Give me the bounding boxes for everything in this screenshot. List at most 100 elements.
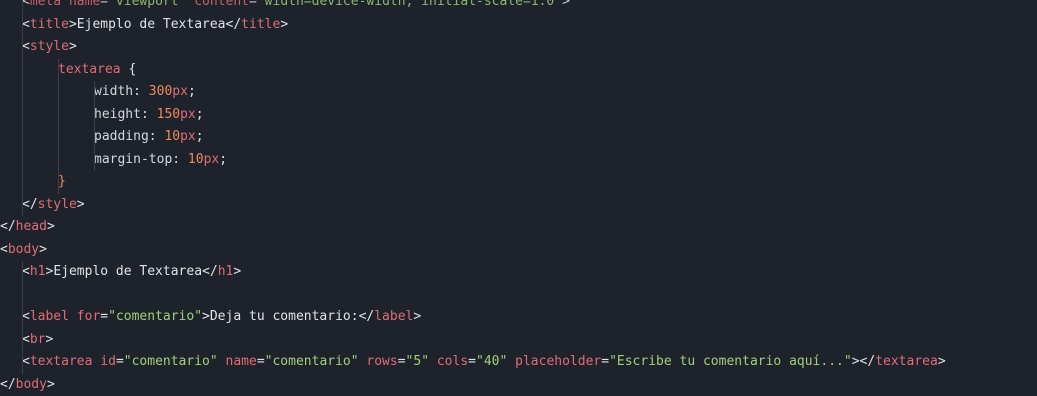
code-punct: </ [22, 197, 38, 212]
code-unit: px [180, 129, 196, 144]
code-text: Ejemplo de Textarea [77, 17, 226, 32]
code-punct: > [562, 0, 570, 9]
code-unit: px [204, 152, 220, 167]
code-tag: br [30, 332, 46, 347]
code-punct: </ [359, 309, 375, 324]
code-punct: ; [196, 107, 204, 122]
code-punct: = [100, 0, 108, 9]
code-tag: h1 [30, 264, 46, 279]
code-punct: = [249, 0, 257, 9]
code-tag: label [374, 309, 413, 324]
code-line-label: <label for="comentario">Deja tu comentar… [0, 306, 1037, 329]
code-punct: > [47, 377, 55, 392]
code-punct: ; [188, 84, 196, 99]
code-tag: textarea [30, 354, 93, 369]
code-line-style-close: </style> [0, 194, 1037, 217]
code-punct: < [22, 309, 30, 324]
code-property: padding: [94, 129, 157, 144]
code-punct: </ [202, 264, 218, 279]
code-editor[interactable]: <meta name="viewport" content="width=dev… [0, 0, 1037, 396]
code-punct: { [121, 62, 137, 77]
code-line-meta: <meta name="viewport" content="width=dev… [0, 0, 1037, 14]
code-punct: > [202, 309, 210, 324]
code-attr: content [194, 0, 249, 9]
code-line-brace-close: } [0, 171, 1037, 194]
code-line-br: <br> [0, 329, 1037, 352]
code-punct: = [100, 309, 108, 324]
code-attr: name [226, 354, 257, 369]
code-string: "viewport" [108, 0, 186, 9]
code-punct: > [45, 332, 53, 347]
code-property: height: [94, 107, 149, 122]
code-punct: > [280, 17, 288, 32]
code-selector: textarea [58, 62, 121, 77]
code-punct: </ [0, 377, 16, 392]
code-punct: < [22, 0, 30, 9]
code-string: "comentario" [124, 354, 218, 369]
code-string: "Escribe tu comentario aquí..." [609, 354, 852, 369]
code-line-h1: <h1>Ejemplo de Textarea</h1> [0, 261, 1037, 284]
code-punct: > [69, 17, 77, 32]
code-tag: textarea [875, 354, 938, 369]
code-tag: style [38, 197, 77, 212]
code-punct: = [468, 354, 476, 369]
code-tag: body [8, 242, 39, 257]
code-punct: < [22, 354, 30, 369]
code-line-height: height: 150px; [0, 104, 1037, 127]
code-punct: > [39, 242, 47, 257]
code-string: "5" [406, 354, 429, 369]
code-string: "width=device-width, initial-scale=1.0" [257, 0, 562, 9]
code-attr: name [69, 0, 100, 9]
code-punct: ; [196, 129, 204, 144]
code-punct: </ [226, 17, 242, 32]
code-number: 150 [157, 107, 180, 122]
code-tag: head [16, 219, 47, 234]
code-punct: < [22, 39, 30, 54]
code-tag: title [30, 17, 69, 32]
code-property: width: [94, 84, 141, 99]
code-punct: < [22, 264, 30, 279]
code-tag: body [16, 377, 47, 392]
code-punct: ></ [852, 354, 875, 369]
code-line-blank [0, 284, 1037, 307]
code-text: Deja tu comentario: [210, 309, 359, 324]
code-punct: > [413, 309, 421, 324]
code-text: Ejemplo de Textarea [53, 264, 202, 279]
code-string: "comentario" [108, 309, 202, 324]
code-punct: > [233, 264, 241, 279]
code-punct: = [116, 354, 124, 369]
code-brace: } [58, 174, 66, 189]
code-tag: title [241, 17, 280, 32]
code-punct: < [22, 17, 30, 32]
code-property: margin-top: [94, 152, 180, 167]
code-number: 10 [164, 129, 180, 144]
code-line-head-close: </head> [0, 216, 1037, 239]
code-punct: < [22, 332, 30, 347]
code-line-selector: textarea { [0, 59, 1037, 82]
code-punct: = [257, 354, 265, 369]
code-tag: style [30, 39, 69, 54]
code-tag: meta [30, 0, 61, 9]
code-unit: px [180, 107, 196, 122]
code-line-style-open: <style> [0, 36, 1037, 59]
code-number: 300 [149, 84, 172, 99]
code-attr: placeholder [515, 354, 601, 369]
code-line-body-open: <body> [0, 239, 1037, 262]
code-punct: > [938, 354, 946, 369]
code-line-textarea: <textarea id="comentario" name="comentar… [0, 351, 1037, 374]
code-line-padding: padding: 10px; [0, 126, 1037, 149]
code-string: "comentario" [265, 354, 359, 369]
code-string: "40" [476, 354, 507, 369]
code-number: 10 [188, 152, 204, 167]
code-attr: for [77, 309, 100, 324]
code-line-margin-top: margin-top: 10px; [0, 149, 1037, 172]
code-attr: id [100, 354, 116, 369]
code-punct: ; [219, 152, 227, 167]
code-punct: < [0, 242, 8, 257]
code-punct: > [77, 197, 85, 212]
code-tag: h1 [218, 264, 234, 279]
code-line-body-close: </body> [0, 374, 1037, 396]
code-punct: = [601, 354, 609, 369]
code-line-width: width: 300px; [0, 81, 1037, 104]
code-attr: rows [366, 354, 397, 369]
